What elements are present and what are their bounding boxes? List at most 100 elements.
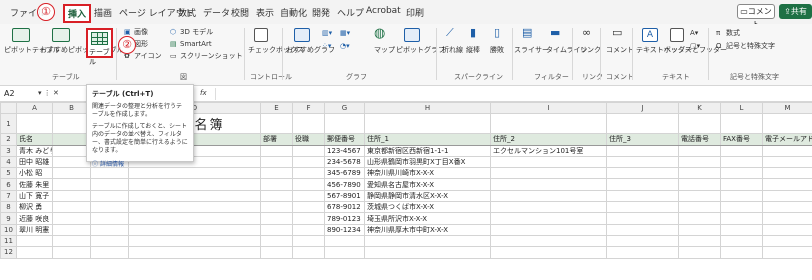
cell[interactable]: [678, 144, 721, 157]
tab-insert[interactable]: 挿入: [63, 4, 92, 23]
cell[interactable]: [90, 167, 129, 180]
cell[interactable]: [128, 178, 261, 191]
row-header[interactable]: 4: [0, 155, 17, 169]
cell[interactable]: [16, 113, 53, 135]
cell[interactable]: [606, 144, 679, 157]
cell[interactable]: [52, 212, 91, 225]
cell[interactable]: 近藤 咲良: [16, 212, 53, 225]
header-cell[interactable]: [52, 133, 91, 146]
cell[interactable]: [90, 178, 129, 191]
cell[interactable]: 神奈川県川崎市X-X-X: [364, 167, 491, 180]
cell[interactable]: [52, 189, 91, 203]
cell[interactable]: [606, 201, 679, 214]
cell[interactable]: 678-9012: [324, 201, 365, 214]
column-header[interactable]: J: [606, 101, 679, 115]
header-cell[interactable]: 郵便番号: [324, 133, 365, 146]
header-cell[interactable]: 電子メールアドレス: [762, 133, 812, 146]
cell[interactable]: [490, 167, 607, 180]
cell[interactable]: [52, 178, 91, 191]
cell[interactable]: [364, 234, 491, 248]
cell[interactable]: [90, 223, 129, 236]
cell[interactable]: 柳沢 勇: [16, 201, 53, 214]
cell[interactable]: [52, 167, 91, 180]
cell[interactable]: [720, 155, 763, 169]
cell[interactable]: [606, 189, 679, 203]
hierarchy-chart-icon[interactable]: ▦▾: [340, 29, 350, 38]
cell[interactable]: [260, 178, 293, 191]
row-header[interactable]: 3: [0, 144, 17, 157]
cell[interactable]: [762, 234, 812, 248]
cell[interactable]: [52, 234, 91, 248]
row-header[interactable]: 5: [0, 167, 17, 180]
cell[interactable]: [606, 223, 679, 236]
column-header[interactable]: B: [52, 101, 91, 115]
cell[interactable]: 456-7890: [324, 178, 365, 191]
cell[interactable]: 123-4567: [324, 144, 365, 157]
tab-formulas[interactable]: 数式: [178, 6, 196, 19]
cell[interactable]: [292, 223, 325, 236]
cell[interactable]: [52, 113, 91, 135]
header-cell[interactable]: 役職: [292, 133, 325, 146]
cell[interactable]: [90, 246, 129, 259]
column-header[interactable]: L: [720, 101, 763, 115]
cell[interactable]: [260, 212, 293, 225]
wordart-icon[interactable]: A▾: [690, 29, 698, 38]
row-header[interactable]: 7: [0, 189, 17, 203]
cell[interactable]: [490, 246, 607, 259]
cell[interactable]: [52, 223, 91, 236]
cell[interactable]: [128, 189, 261, 203]
column-header[interactable]: E: [260, 101, 293, 115]
cell[interactable]: [292, 167, 325, 180]
cell[interactable]: 佐藤 朱里: [16, 178, 53, 191]
cell[interactable]: [292, 201, 325, 214]
cell[interactable]: 東京都新宿区西新宿1-1-1: [364, 144, 491, 157]
cell[interactable]: 890-1234: [324, 223, 365, 236]
cell[interactable]: [292, 144, 325, 157]
cell[interactable]: 小松 昭: [16, 167, 53, 180]
cell[interactable]: 茨城県つくば市X-X-X: [364, 201, 491, 214]
cell[interactable]: 山下 寛子: [16, 189, 53, 203]
row-header[interactable]: 8: [0, 201, 17, 214]
cell[interactable]: 567-8901: [324, 189, 365, 203]
cell[interactable]: [606, 246, 679, 259]
header-cell[interactable]: FAX番号: [720, 133, 763, 146]
cell[interactable]: [90, 212, 129, 225]
cell[interactable]: [292, 178, 325, 191]
cell[interactable]: [128, 246, 261, 259]
cell[interactable]: [720, 234, 763, 248]
cell[interactable]: [762, 189, 812, 203]
cell[interactable]: 青木 みどり: [16, 144, 53, 157]
cell[interactable]: [324, 246, 365, 259]
cell[interactable]: [52, 144, 91, 157]
cell[interactable]: [720, 212, 763, 225]
tab-data[interactable]: データ: [203, 6, 230, 19]
cell[interactable]: [720, 178, 763, 191]
cell[interactable]: [16, 246, 53, 259]
header-cell[interactable]: 部署: [260, 133, 293, 146]
column-header[interactable]: F: [292, 101, 325, 115]
cell[interactable]: [490, 212, 607, 225]
cell[interactable]: 神奈川県厚木市中町X-X-X: [364, 223, 491, 236]
cell[interactable]: [260, 155, 293, 169]
row-header[interactable]: 2: [0, 133, 17, 146]
cell[interactable]: [52, 246, 91, 259]
row-header[interactable]: 9: [0, 212, 17, 225]
cell[interactable]: 山形県鶴岡市羽黒町X丁目X番X: [364, 155, 491, 169]
cell[interactable]: [762, 212, 812, 225]
column-header[interactable]: G: [324, 101, 365, 115]
cell[interactable]: [260, 223, 293, 236]
cell[interactable]: [678, 189, 721, 203]
insert-table-button[interactable]: テーブル: [86, 28, 113, 66]
header-cell[interactable]: 住所_3: [606, 133, 679, 146]
column-header[interactable]: I: [490, 101, 607, 115]
tab-automate[interactable]: 自動化: [280, 6, 307, 19]
cell[interactable]: [490, 113, 607, 135]
select-all-corner[interactable]: [0, 101, 17, 115]
comments-button[interactable]: ▭コメント: [737, 4, 775, 29]
cell[interactable]: [128, 223, 261, 236]
cell[interactable]: 愛知県名古屋市X-X-X: [364, 178, 491, 191]
cell[interactable]: [762, 178, 812, 191]
cell[interactable]: [606, 167, 679, 180]
tab-view[interactable]: 表示: [256, 6, 274, 19]
cell[interactable]: [52, 155, 91, 169]
